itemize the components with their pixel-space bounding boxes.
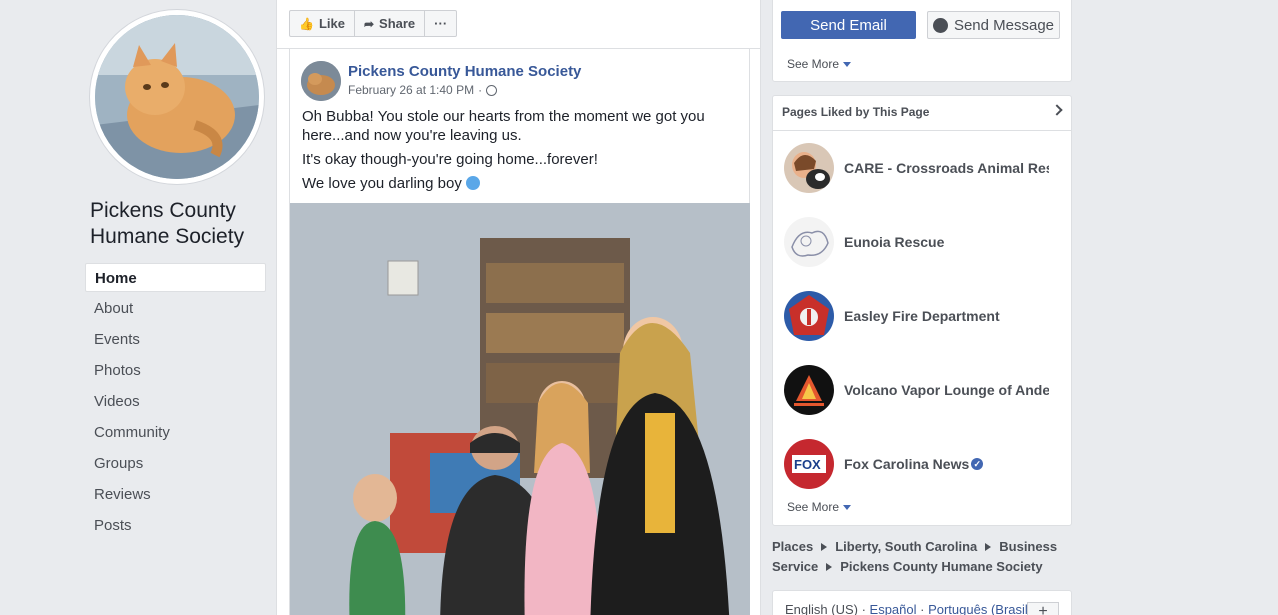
nav-item-reviews[interactable]: Reviews xyxy=(85,480,266,511)
see-more-label: See More xyxy=(787,500,840,514)
left-sidebar: Pickens County Humane Society Home About… xyxy=(0,0,276,615)
like-label: Like xyxy=(318,16,345,31)
chevron-right-icon[interactable] xyxy=(1051,104,1063,116)
thumbs-up-icon: 👍 xyxy=(299,16,314,31)
profile-photo xyxy=(95,15,259,179)
more-options-button[interactable]: ··· xyxy=(425,10,458,37)
pages-liked-card: Pages Liked by This Page CARE - Crossroa… xyxy=(772,95,1072,526)
see-more-link[interactable]: See More xyxy=(787,500,852,514)
pages-liked-title[interactable]: Pages Liked by This Page xyxy=(782,105,929,119)
language-card: English (US) · Español · Português (Bras… xyxy=(772,590,1072,615)
liked-page-thumbnail[interactable] xyxy=(784,143,834,193)
liked-page-thumbnail[interactable]: FOX xyxy=(784,439,834,489)
main-feed: 👍 Like ➦ Share ··· Pickens County Humane… xyxy=(276,0,761,615)
liked-page-item[interactable]: CARE - Crossroads Animal Rescue xyxy=(784,142,1064,194)
breadcrumb-arrow-icon xyxy=(985,543,992,551)
nav-item-home[interactable]: Home xyxy=(85,263,266,292)
send-message-label: Send Message xyxy=(953,16,1055,34)
post-meta: February 26 at 1:40 PM · xyxy=(348,83,498,97)
send-message-button[interactable]: Send Message xyxy=(927,11,1060,39)
nav-item-posts[interactable]: Posts xyxy=(85,511,266,542)
liked-page-name[interactable]: Volcano Vapor Lounge of Anderson xyxy=(844,382,1049,398)
lang-separator: · xyxy=(857,602,870,615)
liked-page-thumbnail[interactable] xyxy=(784,291,834,341)
see-more-link[interactable]: See More xyxy=(787,57,852,71)
post-paragraph-last: We love you darling boy xyxy=(302,174,742,193)
breadcrumb-arrow-icon xyxy=(826,563,833,571)
post-body: Oh Bubba! You stole our hearts from the … xyxy=(302,107,742,198)
liked-page-item[interactable]: Eunoia Rescue xyxy=(784,216,1064,268)
send-email-button[interactable]: Send Email xyxy=(781,11,916,39)
liked-page-name[interactable]: Eunoia Rescue xyxy=(844,234,944,250)
nav-item-events[interactable]: Events xyxy=(85,325,266,356)
meta-separator: · xyxy=(478,83,483,97)
nav-item-community[interactable]: Community xyxy=(85,418,266,449)
page-nav: Home About Events Photos Videos Communit… xyxy=(85,263,266,542)
nav-item-groups[interactable]: Groups xyxy=(85,449,266,480)
liked-page-name[interactable]: CARE - Crossroads Animal Rescue xyxy=(844,160,1049,176)
blue-heart-icon xyxy=(466,176,480,190)
breadcrumb-location[interactable]: Liberty, South Carolina xyxy=(835,539,977,554)
globe-icon[interactable] xyxy=(486,84,498,96)
page-action-bar: 👍 Like ➦ Share ··· xyxy=(289,10,458,38)
see-more-label: See More xyxy=(787,57,840,71)
post-paragraph: Oh Bubba! You stole our hearts from the … xyxy=(302,108,705,144)
share-button[interactable]: ➦ Share xyxy=(354,10,426,37)
breadcrumb: Places Liberty, South Carolina Business Se… xyxy=(772,537,1072,577)
svg-text:FOX: FOX xyxy=(794,457,821,472)
post: Pickens County Humane Society February 2… xyxy=(289,49,750,615)
divider xyxy=(773,130,1071,131)
breadcrumb-arrow-icon xyxy=(821,543,828,551)
like-button[interactable]: 👍 Like xyxy=(289,10,355,37)
verified-badge-icon: ✓ xyxy=(971,458,984,470)
share-label: Share xyxy=(379,16,416,31)
share-arrow-icon: ➦ xyxy=(363,16,375,31)
post-timestamp[interactable]: February 26 at 1:40 PM xyxy=(348,83,474,97)
liked-page-item[interactable]: FOX Fox Carolina News ✓ xyxy=(784,438,1064,490)
messenger-icon xyxy=(932,17,948,33)
post-paragraph: It's okay though-you're going home...for… xyxy=(302,151,598,168)
nav-item-about[interactable]: About xyxy=(85,294,266,325)
language-link-pt[interactable]: Português (Brasil) xyxy=(928,602,1032,615)
profile-avatar[interactable] xyxy=(90,10,264,184)
nav-item-videos[interactable]: Videos xyxy=(85,387,266,418)
more-dots-icon: ··· xyxy=(434,16,448,31)
add-language-button[interactable]: + xyxy=(1027,602,1059,615)
lang-separator: · xyxy=(916,602,929,615)
liked-page-item[interactable]: Easley Fire Department xyxy=(784,290,1064,342)
post-author-avatar[interactable] xyxy=(301,61,341,101)
language-link-es[interactable]: Español xyxy=(870,602,917,615)
breadcrumb-places[interactable]: Places xyxy=(772,539,813,554)
current-language: English (US) xyxy=(785,602,858,615)
post-photo[interactable] xyxy=(290,203,750,615)
caret-down-icon xyxy=(843,504,852,510)
liked-page-thumbnail[interactable] xyxy=(784,217,834,267)
contact-card: Send Email Send Message See More xyxy=(772,0,1072,82)
post-paragraph-text: We love you darling boy xyxy=(302,175,462,192)
page-title: Pickens County Humane Society xyxy=(90,199,245,248)
liked-page-name[interactable]: Easley Fire Department xyxy=(844,308,1000,324)
breadcrumb-page[interactable]: Pickens County Humane Society xyxy=(840,559,1042,574)
nav-item-photos[interactable]: Photos xyxy=(85,356,266,387)
caret-down-icon xyxy=(843,61,852,67)
liked-page-item[interactable]: Volcano Vapor Lounge of Anderson xyxy=(784,364,1064,416)
post-author-link[interactable]: Pickens County Humane Society xyxy=(348,63,581,80)
liked-page-name-text: Fox Carolina News xyxy=(844,456,970,472)
liked-page-thumbnail[interactable] xyxy=(784,365,834,415)
liked-page-name[interactable]: Fox Carolina News ✓ xyxy=(844,456,984,472)
